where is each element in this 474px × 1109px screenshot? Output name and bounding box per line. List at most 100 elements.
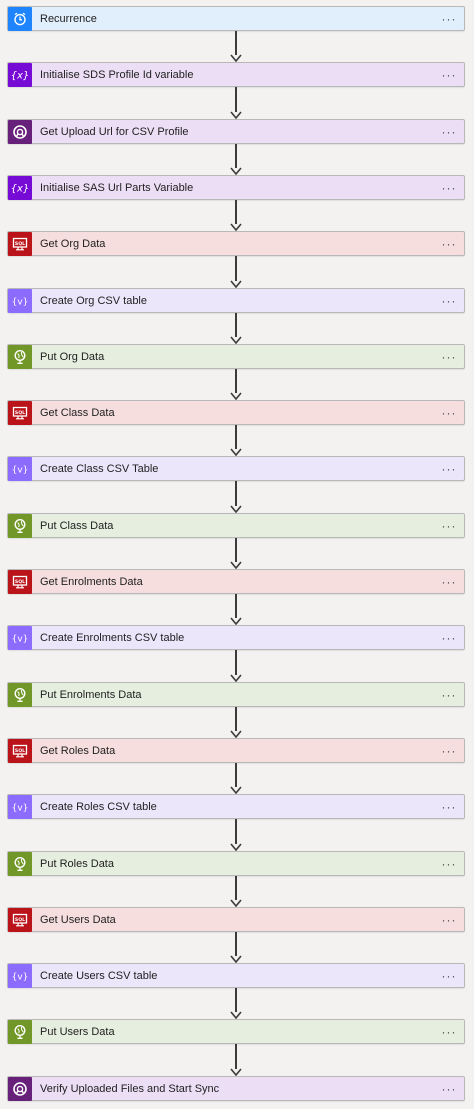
flow-canvas: Recurrence ··· {x} Initialise SDS Profile I… (0, 0, 474, 1109)
step-label: Get Class Data (40, 406, 115, 419)
connector-line (235, 144, 237, 168)
connector-line (235, 87, 237, 112)
svg-text:SQL: SQL (15, 916, 25, 922)
flow-step[interactable]: {v} Create Roles CSV table ··· (7, 794, 465, 819)
arrow-down-icon (230, 786, 242, 794)
svg-text:SQL: SQL (15, 409, 25, 415)
flow-step[interactable]: Recurrence ··· (7, 6, 465, 31)
more-options-button[interactable]: ··· (436, 1026, 462, 1038)
step-label: Get Roles Data (40, 744, 116, 757)
connector-line (235, 988, 237, 1012)
svg-text:{v}: {v} (12, 634, 28, 644)
more-options-button[interactable]: ··· (436, 632, 462, 644)
data-operation-icon: {v} (8, 963, 32, 988)
connector-line (235, 256, 237, 281)
arrow-down-icon (230, 1011, 242, 1019)
flow-step[interactable]: Verify Uploaded Files and Start Sync ··· (7, 1076, 465, 1101)
more-options-button[interactable]: ··· (436, 858, 462, 870)
flow-step[interactable]: Put Class Data ··· (7, 513, 465, 538)
connector-line (235, 650, 237, 675)
step-label: Initialise SDS Profile Id variable (40, 68, 194, 81)
more-options-button[interactable]: ··· (436, 1083, 462, 1095)
flow-step[interactable]: Put Enrolments Data ··· (7, 682, 465, 707)
connector-line (235, 313, 237, 337)
more-options-button[interactable]: ··· (436, 914, 462, 926)
flow-step[interactable]: SQL Get Users Data ··· (7, 907, 465, 932)
svg-text:{v}: {v} (12, 803, 28, 813)
globe-icon (8, 513, 32, 538)
connector-line (235, 763, 237, 787)
arrow-down-icon (230, 280, 242, 288)
data-operation-icon: {v} (8, 288, 32, 313)
sql-icon: SQL (8, 907, 32, 932)
step-label: Get Users Data (40, 913, 116, 926)
arrow-down-icon (230, 336, 242, 344)
flow-step[interactable]: SQL Get Org Data ··· (7, 231, 465, 256)
step-label: Create Enrolments CSV table (40, 631, 185, 644)
data-operation-icon: {v} (8, 794, 32, 819)
arrow-down-icon (230, 843, 242, 851)
more-options-button[interactable]: ··· (436, 689, 462, 701)
flow-step[interactable]: Put Roles Data ··· (7, 851, 465, 876)
flow-step[interactable]: {x} Initialise SAS Url Parts Variable ··· (7, 175, 465, 200)
step-label: Create Org CSV table (40, 294, 147, 307)
arrow-down-icon (230, 505, 242, 513)
svg-text:{v}: {v} (12, 972, 28, 982)
clock-icon (8, 6, 32, 31)
more-options-button[interactable]: ··· (436, 351, 462, 363)
flow-step[interactable]: Get Upload Url for CSV Profile ··· (7, 119, 465, 144)
more-options-button[interactable]: ··· (436, 801, 462, 813)
more-options-button[interactable]: ··· (436, 126, 462, 138)
flow-step[interactable]: Put Org Data ··· (7, 344, 465, 369)
flow-step[interactable]: SQL Get Roles Data ··· (7, 738, 465, 763)
step-label: Get Enrolments Data (40, 575, 143, 588)
connector-line (235, 538, 237, 562)
globe-icon (8, 851, 32, 876)
arrow-down-icon (230, 54, 242, 62)
flow-step[interactable]: SQL Get Class Data ··· (7, 400, 465, 425)
variable-icon: {x} (8, 62, 32, 87)
svg-text:{v}: {v} (12, 465, 28, 475)
step-label: Recurrence (40, 12, 97, 25)
flow-step[interactable]: SQL Get Enrolments Data ··· (7, 569, 465, 594)
more-options-button[interactable]: ··· (436, 295, 462, 307)
connector-line (235, 481, 237, 506)
more-options-button[interactable]: ··· (436, 576, 462, 588)
more-options-button[interactable]: ··· (436, 463, 462, 475)
arrow-down-icon (230, 561, 242, 569)
variable-icon: {x} (8, 175, 32, 200)
flow-step[interactable]: {v} Create Enrolments CSV table ··· (7, 625, 465, 650)
step-label: Get Upload Url for CSV Profile (40, 125, 189, 138)
sql-icon: SQL (8, 738, 32, 763)
sql-icon: SQL (8, 400, 32, 425)
more-options-button[interactable]: ··· (436, 970, 462, 982)
arrow-down-icon (230, 674, 242, 682)
more-options-button[interactable]: ··· (436, 238, 462, 250)
more-options-button[interactable]: ··· (436, 182, 462, 194)
more-options-button[interactable]: ··· (436, 13, 462, 25)
arrow-down-icon (230, 392, 242, 400)
step-label: Create Roles CSV table (40, 800, 157, 813)
gauge-icon (8, 119, 32, 144)
flow-step[interactable]: {v} Create Org CSV table ··· (7, 288, 465, 313)
more-options-button[interactable]: ··· (436, 407, 462, 419)
flow-step[interactable]: {v} Create Class CSV Table ··· (7, 456, 465, 481)
flow-step[interactable]: {x} Initialise SDS Profile Id variable ··· (7, 62, 465, 87)
svg-text:{x}: {x} (11, 70, 29, 81)
flow-step[interactable]: {v} Create Users CSV table ··· (7, 963, 465, 988)
connector-line (235, 594, 237, 618)
more-options-button[interactable]: ··· (436, 745, 462, 757)
arrow-down-icon (230, 730, 242, 738)
connector-line (235, 707, 237, 731)
step-label: Put Roles Data (40, 857, 114, 870)
svg-text:{x}: {x} (11, 183, 29, 194)
more-options-button[interactable]: ··· (436, 520, 462, 532)
globe-icon (8, 1019, 32, 1044)
connector-line (235, 425, 237, 449)
step-label: Put Class Data (40, 519, 114, 532)
svg-text:{v}: {v} (12, 297, 28, 307)
arrow-down-icon (230, 955, 242, 963)
flow-step[interactable]: Put Users Data ··· (7, 1019, 465, 1044)
step-label: Put Enrolments Data (40, 688, 142, 701)
more-options-button[interactable]: ··· (436, 69, 462, 81)
